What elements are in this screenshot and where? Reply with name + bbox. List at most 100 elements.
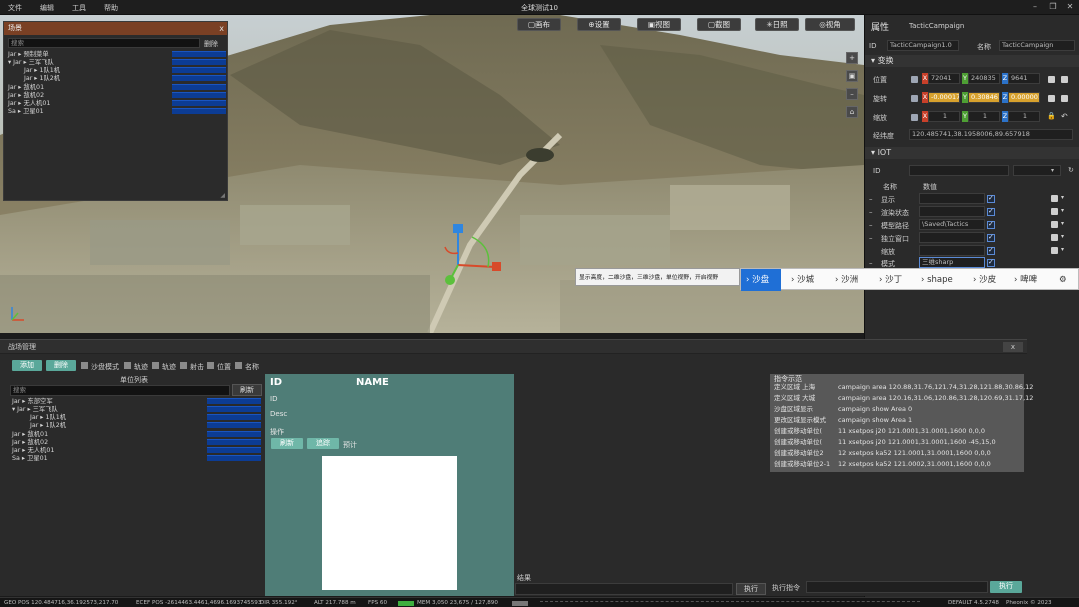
restore-button[interactable]: ❐ [1046,1,1060,13]
settings-gear-icon[interactable]: ⚙ [1059,269,1067,291]
rotation-y-field[interactable]: 0.308461 [968,92,1000,103]
rotation-x-field[interactable]: -0.0001717 [928,92,960,103]
chevron-down-icon[interactable]: ▾ [1061,246,1064,253]
name-field[interactable]: TacticCampaign [999,40,1075,51]
cmd-row[interactable]: 创建或移动单位(11 xsetpos j20 121.0001,31.0001,… [774,427,985,435]
add-button[interactable]: 添加 [12,360,42,371]
detail-refresh-button[interactable]: 刷新 [271,438,303,449]
copy-icon[interactable] [1048,76,1055,83]
position-y-field[interactable]: 240835 [968,73,1000,84]
minimize-button[interactable]: – [1028,1,1042,13]
edit-icon[interactable] [1051,195,1058,202]
tree-row[interactable]: Jar ▸ 1队2机 [24,75,60,82]
scale-x-field[interactable]: 1 [928,111,960,122]
resize-grip-icon[interactable]: ◢ [220,192,225,199]
canvas-button[interactable]: ▢画布 [517,18,561,31]
scene-delete-button[interactable]: 删除 [204,39,218,49]
iot-row-value[interactable] [919,193,985,204]
chevron-down-icon[interactable]: ▾ [1061,207,1064,214]
camera-view-button[interactable]: ◎视角 [805,18,855,31]
detail-track-button[interactable]: 追踪 [307,438,339,449]
unit-row[interactable]: Jar ▸ 敌机01 [12,431,48,438]
filter-checkbox[interactable] [180,362,187,369]
home-button[interactable]: ⌂ [846,106,858,118]
scale-z-field[interactable]: 1 [1008,111,1040,122]
scene-panel-close-icon[interactable]: x [219,22,224,35]
iot-row-value[interactable]: \Saved\Tactics [919,219,985,230]
cmd-row[interactable]: 定义区域 上海 campaign area 120.88,31.76,121.74… [774,383,1033,391]
cmd-row[interactable]: 更改区域显示模式 campaign show Area 1 [774,416,912,424]
chevron-down-icon[interactable]: ▾ [1061,220,1064,227]
unit-row[interactable]: Jar ▸ 敌机02 [12,439,48,446]
chevron-down-icon[interactable]: ▾ [1061,194,1064,201]
transform-section[interactable]: ▾ 变换 [865,55,1079,67]
iot-row-checkbox[interactable] [987,194,995,203]
view-button[interactable]: ▣视图 [637,18,681,31]
chevron-down-icon[interactable]: ▾ [1051,167,1054,174]
settings-button[interactable]: ⊕设置 [577,18,621,31]
close-button[interactable]: ✕ [1063,1,1077,13]
reset-icon[interactable] [1061,76,1068,83]
mode-item[interactable]: › 沙洲 [835,269,858,291]
iot-row-checkbox[interactable] [987,220,995,229]
layer-button[interactable]: ▣ [846,70,858,82]
scene-search-input[interactable]: 搜索 [8,38,200,48]
mode-item[interactable]: › 沙皮 [973,269,996,291]
position-x-field[interactable]: 72041 [928,73,960,84]
undo-icon[interactable]: ↶ [1061,112,1068,121]
tree-row[interactable]: Jar ▸ 敌机02 [8,92,44,99]
iot-row-value[interactable]: 三维sharp [919,257,985,268]
iot-row-value[interactable] [919,232,985,243]
unit-row[interactable]: Sa ▸ 卫星01 [12,455,48,462]
mode-item[interactable]: › 啤啤 [1014,269,1037,291]
refresh-button[interactable]: 刷新 [232,384,262,396]
rotation-z-field[interactable]: 0.000001 [1008,92,1040,103]
tree-row[interactable]: Jar ▸ 无人机01 [8,100,50,107]
filter-checkbox[interactable] [81,362,88,369]
cmd-row[interactable]: 创建或移动单位2-1 12 xsetpos ka52 121.0002,31.00… [774,460,991,468]
result-field[interactable] [515,583,733,595]
iot-row-value[interactable] [919,206,985,217]
edit-icon[interactable] [1051,208,1058,215]
tree-row[interactable]: ▾ Jar ▸ 三军飞队 [8,59,54,66]
iot-row-checkbox[interactable] [987,258,995,267]
id-field[interactable]: TacticCampaign1.0 [887,40,959,51]
unit-row[interactable]: Jar ▸ 东部空军 [12,398,53,405]
edit-icon[interactable] [1051,234,1058,241]
iot-row-value[interactable] [919,245,985,256]
iot-id-field[interactable] [909,165,1009,176]
unit-row[interactable]: Jar ▸ 1队1机 [30,414,66,421]
unit-search-input[interactable]: 搜索 [10,385,230,396]
exec-cmd-input[interactable] [806,581,988,593]
tree-row[interactable]: Jar ▸ 预制菜单 [8,51,49,58]
exec-cmd-button[interactable]: 执行 [990,581,1022,593]
exec-button[interactable]: 执行 [736,583,766,595]
iot-row-checkbox[interactable] [987,207,995,216]
dock-close-icon[interactable]: x [1003,342,1023,352]
cmd-row[interactable]: 创建或移动单位(11 xsetpos j20 121.0001,31.0001,… [774,438,996,446]
mode-item[interactable]: › 沙盘 [746,269,769,291]
remove-button[interactable]: 删除 [46,360,76,371]
refresh-icon[interactable]: ↻ [1068,166,1074,174]
chevron-down-icon[interactable]: ▾ [1061,233,1064,240]
unit-row[interactable]: Jar ▸ 1队2机 [30,422,66,429]
cmd-row[interactable]: 定义区域 大城 campaign area 120.16,31.06,120.86… [774,394,1033,402]
zoom-in-button[interactable]: + [846,52,858,64]
filter-checkbox[interactable] [124,362,131,369]
lock-icon[interactable]: 🔒 [1047,112,1056,120]
unit-row[interactable]: ▾ Jar ▸ 三军飞队 [12,406,58,413]
cmd-row[interactable]: 创建或移动单位2 12 xsetpos ka52 121.0001,31.0001… [774,449,991,457]
tree-row[interactable]: Jar ▸ 1队1机 [24,67,60,74]
screenshot-button[interactable]: ▢截图 [697,18,741,31]
zoom-out-button[interactable]: – [846,88,858,100]
mode-item[interactable]: › shape [921,269,953,291]
cmd-row[interactable]: 沙盘区域显示 campaign show Area 0 [774,405,912,413]
edit-icon[interactable] [1051,247,1058,254]
position-z-field[interactable]: 9641 [1008,73,1040,84]
latlon-field[interactable]: 120.485741,38.1958006,89.657918 [909,129,1073,140]
scene-panel-header[interactable]: 场景 x [4,22,227,35]
tree-row[interactable]: Jar ▸ 敌机01 [8,84,44,91]
unit-row[interactable]: Jar ▸ 无人机01 [12,447,54,454]
edit-icon[interactable] [1051,221,1058,228]
copy-icon[interactable] [1048,95,1055,102]
